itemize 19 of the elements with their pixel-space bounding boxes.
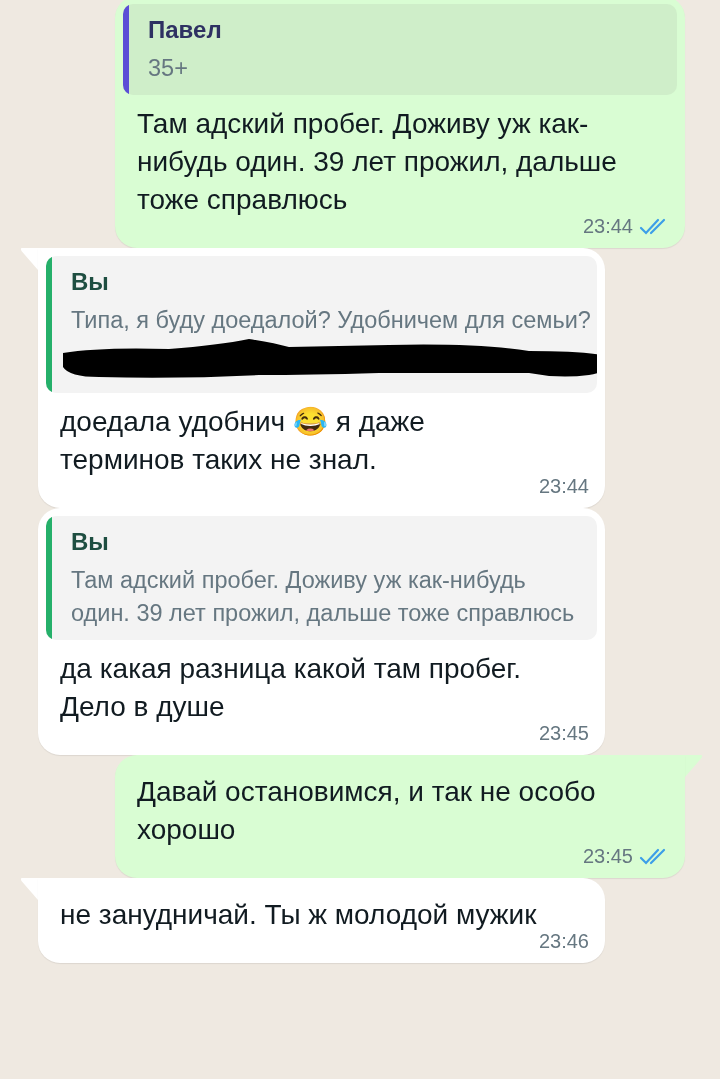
message-text: не занудничай. Ты ж молодой мужик xyxy=(60,898,537,932)
message-text: Давай остановимся, и так не особо хорошо xyxy=(137,775,597,847)
message-text: Там адский пробег. Доживу уж как-нибудь один. 39 лет прожил, дальше тоже справлюсь xyxy=(137,107,618,217)
quoted-message[interactable]: Вы Типа, я буду доедалой? Удобничем для семьи? xyxy=(46,256,597,393)
message-time: 23:45 xyxy=(582,845,633,868)
message-time: 23:46 xyxy=(538,930,589,953)
quoted-message[interactable]: Павел 35+ xyxy=(123,4,677,95)
message-text: доедала удобнич 😂 я даже терминов таких не знал. xyxy=(60,405,426,477)
message-time: 23:44 xyxy=(582,215,633,238)
quote-author: Павел xyxy=(148,16,223,44)
message-text: да какая разница какой там пробег. Дело в душе xyxy=(60,652,522,724)
quote-text: Типа, я буду доедалой? Удобничем для семьи? xyxy=(71,306,591,335)
quoted-message[interactable]: Вы Там адский пробег. Доживу уж как-нибудь один. 39 лет прожил, дальше тоже справлюсь xyxy=(46,516,597,640)
message-time: 23:45 xyxy=(538,722,589,745)
quote-author: Вы xyxy=(71,268,110,296)
quote-text: Там адский пробег. Доживу уж как-нибудь один. 39 лет прожил, дальше тоже справлюсь xyxy=(71,566,576,628)
message-time: 23:44 xyxy=(538,475,589,498)
quote-author: Вы xyxy=(71,528,110,556)
quote-text: 35+ xyxy=(148,54,189,83)
